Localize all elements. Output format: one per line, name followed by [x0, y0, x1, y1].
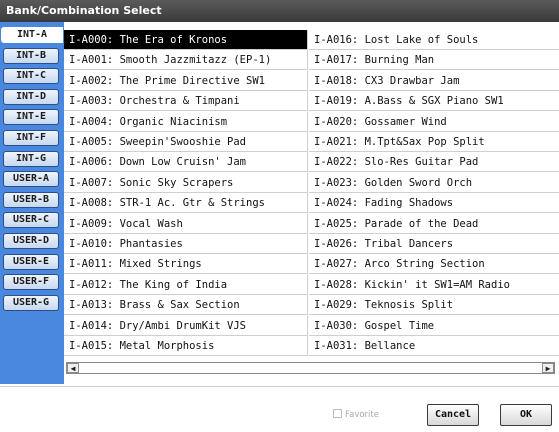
list-item[interactable]: I-A029: Teknosis Split — [309, 295, 559, 316]
list-item[interactable]: I-A007: Sonic Sky Scrapers — [64, 172, 308, 193]
list-item[interactable]: I-A003: Orchestra & Timpani — [64, 91, 308, 112]
list-item[interactable]: I-A023: Golden Sword Orch — [309, 173, 559, 193]
list-item[interactable]: I-A006: Down Low Cruisn' Jam — [64, 152, 308, 173]
list-item[interactable]: I-A019: A.Bass & SGX Piano SW1 — [309, 91, 559, 112]
dialog-footer: Favorite Cancel OK — [0, 386, 559, 432]
cancel-button[interactable]: Cancel — [427, 404, 479, 426]
tab-int-d[interactable]: INT-D — [3, 88, 59, 105]
list-item[interactable]: I-A009: Vocal Wash — [64, 213, 308, 234]
favorite-checkbox[interactable]: Favorite — [333, 409, 379, 421]
tab-int-c[interactable]: INT-C — [3, 68, 59, 85]
list-item[interactable]: I-A010: Phantasies — [64, 234, 308, 254]
ok-button[interactable]: OK — [500, 404, 552, 426]
horizontal-scrollbar[interactable]: ◀ ▶ — [64, 362, 559, 376]
list-item[interactable]: I-A022: Slo-Res Guitar Pad — [309, 152, 559, 173]
tab-user-g[interactable]: USER-G — [3, 294, 59, 311]
list-item[interactable]: I-A005: Sweepin'Swooshie Pad — [64, 132, 308, 152]
list-item[interactable]: I-A002: The Prime Directive SW1 — [64, 70, 308, 91]
scrollbar-track[interactable]: ◀ ▶ — [66, 362, 555, 374]
list-item[interactable]: I-A015: Metal Morphosis — [64, 336, 308, 356]
list-item[interactable]: I-A026: Tribal Dancers — [309, 234, 559, 254]
tab-user-c[interactable]: USER-C — [3, 212, 59, 229]
list-item[interactable]: I-A030: Gospel Time — [309, 316, 559, 336]
list-item[interactable]: I-A000: The Era of Kronos — [64, 30, 308, 50]
tab-int-f[interactable]: INT-F — [3, 130, 59, 146]
list-item[interactable]: I-A011: Mixed Strings — [64, 254, 308, 275]
tab-user-d[interactable]: USER-D — [3, 233, 59, 249]
list-item[interactable]: I-A008: STR-1 Ac. Gtr & Strings — [64, 193, 308, 214]
list-item[interactable]: I-A025: Parade of the Dead — [309, 214, 559, 234]
tab-user-f[interactable]: USER-F — [3, 274, 59, 291]
list-item[interactable]: I-A031: Bellance — [309, 336, 559, 356]
checkbox-icon — [333, 409, 342, 418]
list-item[interactable]: I-A001: Smooth Jazzmitazz (EP-1) — [64, 50, 308, 71]
list-item[interactable]: I-A014: Dry/Ambi DrumKit VJS — [64, 315, 308, 336]
list-item[interactable]: I-A004: Organic Niacinism — [64, 111, 308, 132]
list-item[interactable]: I-A024: Fading Shadows — [309, 193, 559, 214]
list-item[interactable]: I-A017: Burning Man — [309, 50, 559, 71]
list-item[interactable]: I-A013: Brass & Sax Section — [64, 295, 308, 316]
favorite-label: Favorite — [345, 410, 379, 420]
tab-int-a[interactable]: INT-A — [1, 27, 63, 43]
list-item[interactable]: I-A028: Kickin' it SW1=AM Radio — [309, 275, 559, 295]
list-item[interactable]: I-A018: CX3 Drawbar Jam — [309, 71, 559, 91]
dialog-title: Bank/Combination Select — [0, 0, 559, 22]
tab-user-b[interactable]: USER-B — [3, 191, 59, 208]
tab-user-a[interactable]: USER-A — [3, 171, 59, 188]
tab-user-e[interactable]: USER-E — [3, 253, 59, 270]
tab-int-b[interactable]: INT-B — [3, 47, 59, 64]
list-item[interactable]: I-A021: M.Tpt&Sax Pop Split — [309, 132, 559, 152]
list-item[interactable]: I-A012: The King of India — [64, 274, 308, 295]
combination-list: I-A000: The Era of Kronos I-A001: Smooth … — [64, 26, 559, 356]
tab-int-e[interactable]: INT-E — [3, 109, 59, 126]
list-item[interactable]: I-A027: Arco String Section — [309, 254, 559, 275]
tab-int-g[interactable]: INT-G — [3, 150, 59, 167]
list-item[interactable]: I-A020: Gossamer Wind — [309, 112, 559, 132]
bank-tab-sidebar: INT-A INT-B INT-C INT-D INT-E INT-F INT-G USER-… — [0, 22, 64, 384]
scroll-right-arrow-icon[interactable]: ▶ — [542, 363, 554, 373]
list-item[interactable]: I-A016: Lost Lake of Souls — [309, 30, 559, 50]
scroll-left-arrow-icon[interactable]: ◀ — [67, 363, 79, 373]
